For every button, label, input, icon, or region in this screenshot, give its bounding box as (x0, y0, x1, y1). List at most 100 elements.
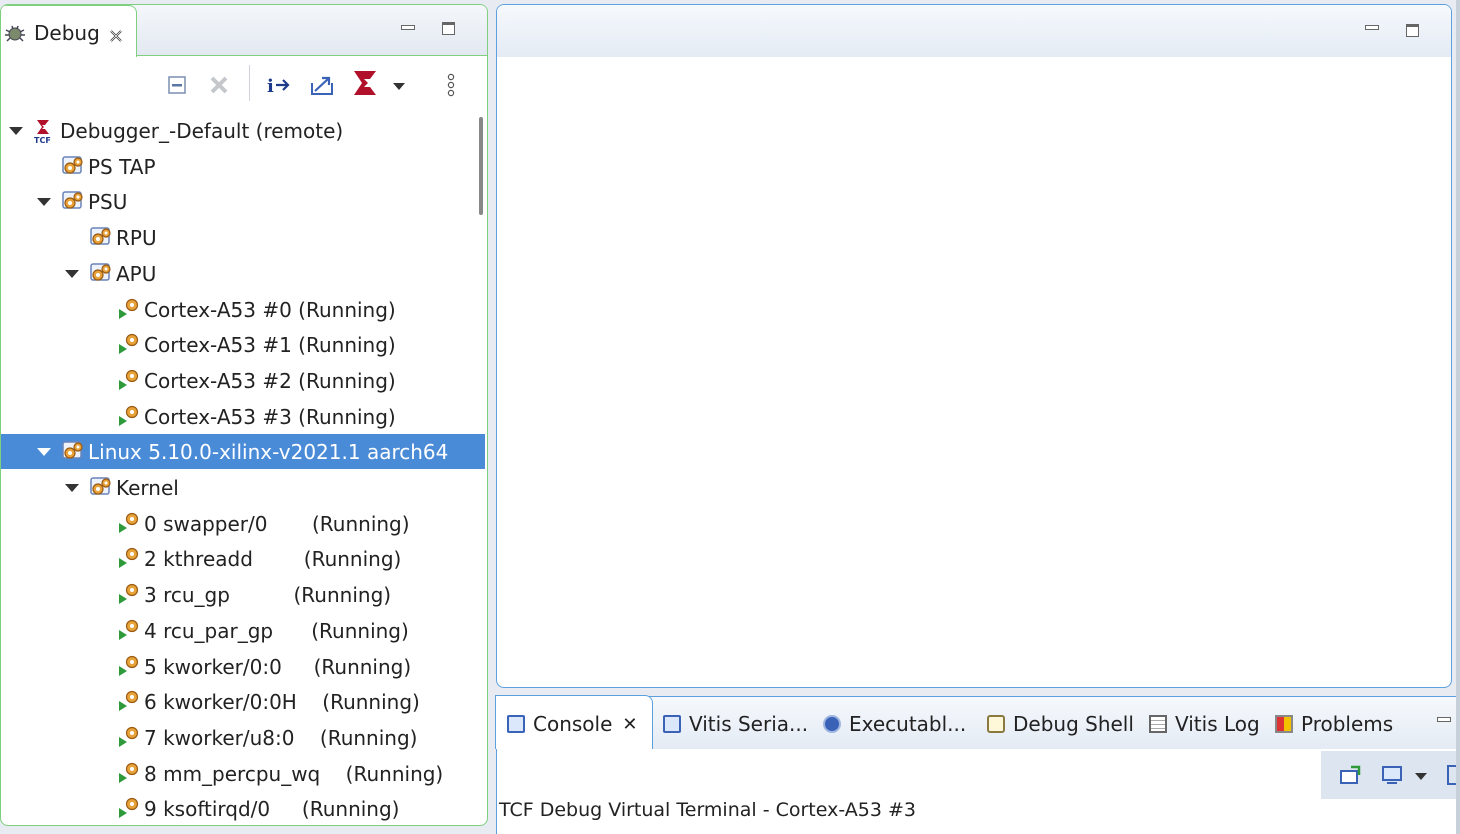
tab-executable[interactable]: Executabl... (823, 711, 966, 737)
tree-item-label: 5 kworker/0:0 (Running) (144, 654, 412, 679)
tree-item[interactable]: Cortex-A53 #3 (Running) (1, 399, 485, 434)
tree-item-label: Kernel (116, 476, 179, 500)
tree-item[interactable]: 8 mm_percpu_wq (Running) (1, 756, 485, 791)
tree-item[interactable]: TCF Debugger_-Default (remote) (1, 113, 485, 148)
chevron-down-icon[interactable] (1415, 773, 1427, 780)
editor-tab-bar (497, 5, 1451, 57)
step-return-icon[interactable] (308, 71, 336, 99)
console-toolbar (1321, 751, 1460, 799)
serial-terminal-icon (663, 715, 681, 733)
tree-item[interactable]: 6 kworker/0:0H (Running) (1, 684, 485, 719)
tree-item-label: PS TAP (88, 154, 156, 179)
tcf-icon: TCF (33, 118, 59, 145)
tree-item[interactable]: Kernel (1, 470, 485, 505)
tree-item-label: Cortex-A53 #2 (Running) (144, 368, 396, 393)
tree-item[interactable]: 9 ksoftirqd/0 (Running) (1, 791, 485, 825)
tree-item-label: 6 kworker/0:0H (Running) (144, 690, 420, 715)
maximize-icon[interactable] (441, 21, 459, 37)
tree-item[interactable]: PS TAP (1, 149, 485, 184)
debug-shell-icon (987, 715, 1005, 733)
tree-item[interactable]: Cortex-A53 #2 (Running) (1, 363, 485, 398)
target-group-icon (61, 439, 87, 463)
tab-vitis-log-label: Vitis Log (1175, 712, 1260, 736)
tree-item[interactable]: PSU (1, 184, 485, 219)
console-title: TCF Debug Virtual Terminal - Cortex-A53 … (499, 799, 917, 821)
tree-item[interactable]: 7 kworker/u8:0 (Running) (1, 720, 485, 755)
tree-item[interactable]: APU (1, 256, 485, 291)
tab-debug-shell[interactable]: Debug Shell (987, 711, 1134, 737)
debug-view: Debug i TCF Debugger_-Default (remote) PS … (0, 4, 488, 826)
close-icon[interactable]: ✕ (622, 714, 637, 735)
tab-vitis-serial[interactable]: Vitis Seria... (663, 711, 808, 737)
collapse-all-icon[interactable] (163, 71, 191, 99)
running-thread-icon (117, 796, 143, 820)
remove-all-terminated-icon[interactable] (205, 71, 233, 99)
editor-maximize-icon[interactable] (1405, 23, 1423, 39)
tab-vitis-log[interactable]: Vitis Log (1149, 711, 1260, 737)
executable-icon (823, 715, 841, 733)
running-thread-icon (117, 654, 143, 678)
running-thread-icon (117, 725, 143, 749)
tree-item[interactable]: 0 swapper/0 (Running) (1, 506, 485, 541)
debug-toolbar: i (1, 57, 487, 107)
view-menu-icon[interactable] (437, 71, 465, 99)
tree-item[interactable]: 4 rcu_par_gp (Running) (1, 613, 485, 648)
running-thread-icon (117, 761, 143, 785)
xilinx-icon[interactable] (351, 69, 379, 97)
expand-arrow-icon[interactable] (9, 127, 23, 135)
tree-item-label: 4 rcu_par_gp (Running) (144, 618, 409, 643)
tree-item-label: 2 kthreadd (Running) (144, 547, 402, 572)
tree-item[interactable]: 3 rcu_gp (Running) (1, 577, 485, 612)
tab-console-label: Console (533, 712, 613, 736)
tree-item-label: 7 kworker/u8:0 (Running) (144, 725, 418, 750)
expand-arrow-icon[interactable] (65, 484, 79, 492)
tree-item[interactable]: 5 kworker/0:0 (Running) (1, 649, 485, 684)
expand-arrow-icon[interactable] (37, 448, 51, 457)
running-thread-icon (117, 404, 143, 428)
display-console-icon[interactable] (1381, 765, 1403, 785)
tab-executable-label: Executabl... (849, 712, 967, 736)
expand-arrow-icon[interactable] (37, 198, 51, 207)
chevron-down-icon[interactable] (393, 83, 405, 90)
tree-item[interactable]: Cortex-A53 #0 (Running) (1, 292, 485, 327)
tree-item[interactable]: RPU (1, 220, 485, 255)
tree-item-label: Debugger_-Default (remote) (60, 119, 344, 143)
tab-debug-shell-label: Debug Shell (1013, 712, 1134, 736)
problems-icon (1275, 715, 1293, 733)
tree-item-label: Cortex-A53 #0 (Running) (144, 297, 396, 322)
tab-debug-label: Debug (34, 21, 100, 45)
tree-item[interactable]: 2 kthreadd (Running) (1, 541, 485, 576)
tree-item-label: Linux 5.10.0-xilinx-v2021.1 aarch64 (88, 440, 449, 465)
pin-console-icon[interactable] (1339, 765, 1361, 785)
debug-tree: TCF Debugger_-Default (remote) PS TAP PSU RP… (1, 111, 485, 823)
tab-console[interactable]: Console ✕ (507, 711, 638, 737)
tab-vitis-serial-label: Vitis Seria... (689, 712, 809, 736)
target-group-icon (61, 154, 87, 178)
minimize-icon[interactable] (399, 21, 417, 37)
target-group-icon (89, 475, 115, 499)
running-thread-icon (117, 618, 143, 642)
tree-item-label: RPU (116, 226, 157, 251)
running-thread-icon (117, 511, 143, 535)
editor-minimize-icon[interactable] (1363, 21, 1381, 37)
scrollbar-thumb[interactable] (479, 117, 483, 215)
tree-item-label: Cortex-A53 #3 (Running) (144, 404, 396, 429)
expand-arrow-icon[interactable] (65, 269, 79, 278)
tree-item[interactable]: Cortex-A53 #1 (Running) (1, 327, 485, 362)
tree-item-label: Cortex-A53 #1 (Running) (144, 333, 396, 358)
tree-item[interactable]: Linux 5.10.0-xilinx-v2021.1 aarch64 (1, 434, 485, 470)
target-group-icon (89, 261, 115, 285)
running-thread-icon (117, 582, 143, 606)
close-icon[interactable] (108, 25, 124, 42)
running-thread-icon (117, 546, 143, 570)
tab-problems[interactable]: Problems (1275, 711, 1393, 737)
target-group-icon (61, 189, 87, 213)
bug-icon (4, 22, 26, 44)
tab-problems-label: Problems (1301, 712, 1394, 736)
tree-item-label: 0 swapper/0 (Running) (144, 511, 410, 536)
toolbar-separator (249, 65, 250, 101)
svg-text:TCF: TCF (34, 136, 51, 144)
step-into-icon[interactable]: i (265, 71, 293, 99)
console-minimize-icon[interactable] (1435, 713, 1453, 729)
tab-debug[interactable]: Debug (1, 5, 137, 58)
